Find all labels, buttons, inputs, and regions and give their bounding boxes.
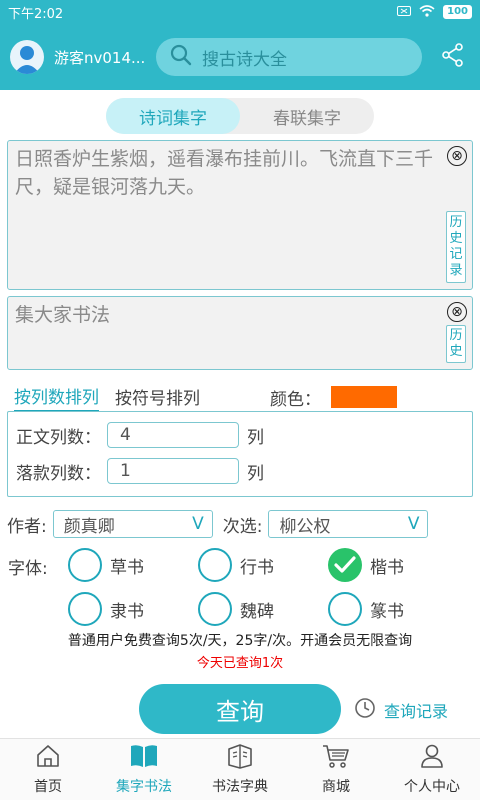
- clock-icon: [354, 697, 376, 723]
- tab-label: 首页: [34, 779, 62, 795]
- signature-columns-unit: 列: [247, 463, 264, 484]
- calligrapher-selectors: 作者: 颜真卿 V 次选: 柳公权 V: [7, 509, 468, 539]
- today-query-count: 今天已查询1次: [196, 656, 284, 671]
- search-icon: [170, 44, 192, 70]
- mode-tabs: 诗词集字 春联集字: [106, 98, 374, 134]
- author-select-value: 颜真卿: [63, 516, 115, 537]
- wifi-icon: [419, 4, 435, 20]
- signature-history-button[interactable]: 历史: [446, 325, 466, 363]
- font-option-label: 楷书: [370, 557, 404, 578]
- search-placeholder: 搜古诗大全: [202, 49, 287, 70]
- tab-poem-collection[interactable]: 诗词集字: [106, 98, 240, 134]
- body-columns-label: 正文列数：: [16, 427, 101, 448]
- body-columns-input[interactable]: 4: [107, 422, 239, 448]
- font-option-cursive[interactable]: 草书: [68, 548, 144, 582]
- tab-collect-calligraphy[interactable]: 集字书法: [96, 739, 192, 800]
- search-bar[interactable]: 搜古诗大全: [156, 38, 422, 76]
- app-header: 游客nv014... 搜古诗大全: [0, 24, 480, 90]
- radio-unchecked-icon: [68, 548, 102, 582]
- tab-home[interactable]: 首页: [0, 739, 96, 800]
- sort-by-column-tab[interactable]: 按列数排列: [14, 383, 99, 412]
- tab-label: 集字书法: [116, 779, 172, 795]
- secondary-label: 次选:: [222, 516, 263, 537]
- tab-label: 个人中心: [404, 779, 460, 795]
- secondary-select[interactable]: 柳公权 V: [268, 510, 429, 538]
- signature-columns-row: 落款列数： 1 列: [16, 458, 264, 484]
- share-icon: [442, 43, 464, 71]
- font-option-weibei[interactable]: 魏碑: [198, 592, 274, 626]
- query-history-link[interactable]: 查询记录: [354, 697, 448, 723]
- signature-text-input[interactable]: 集大家书法 ⊗ 历史: [7, 296, 473, 370]
- font-option-label: 魏碑: [240, 601, 274, 622]
- signature-columns-label: 落款列数：: [16, 463, 101, 484]
- column-settings: 正文列数： 4 列 落款列数： 1 列: [7, 411, 473, 497]
- checkmark-icon: [328, 548, 362, 582]
- font-option-label: 篆书: [370, 601, 404, 622]
- tab-store[interactable]: 商城: [288, 739, 384, 800]
- status-bar: 下午2:02 100: [0, 0, 480, 24]
- tab-personal-center[interactable]: 个人中心: [384, 739, 480, 800]
- font-option-regular[interactable]: 楷书: [328, 548, 404, 582]
- font-option-running[interactable]: 行书: [198, 548, 274, 582]
- user-name[interactable]: 游客nv014...: [54, 47, 146, 68]
- tab-calligraphy-dictionary[interactable]: 书法字典: [192, 739, 288, 800]
- signature-text[interactable]: 集大家书法: [15, 301, 434, 329]
- dictionary-icon: [225, 743, 255, 776]
- tab-couplet-collection[interactable]: 春联集字: [240, 98, 374, 134]
- poem-text-input[interactable]: 日照香炉生紫烟，遥看瀑布挂前川。飞流直下三千尺，疑是银河落九天。 ⊗ 历史记录: [7, 140, 473, 290]
- chevron-down-icon: V: [407, 514, 420, 534]
- body-columns-unit: 列: [247, 427, 264, 448]
- bottom-tab-bar: 首页 集字书法 书法字典 商城 个人中心: [0, 738, 480, 800]
- status-icons: 100: [397, 4, 472, 20]
- cart-icon: [321, 743, 351, 776]
- share-button[interactable]: [436, 40, 470, 74]
- person-icon: [419, 743, 445, 776]
- clear-poem-icon[interactable]: ⊗: [447, 146, 467, 166]
- author-select[interactable]: 颜真卿 V: [52, 510, 213, 538]
- sort-by-symbol-tab[interactable]: 按符号排列: [115, 384, 200, 411]
- tab-label: 书法字典: [212, 779, 268, 795]
- radio-unchecked-icon: [68, 592, 102, 626]
- book-icon: [129, 743, 159, 776]
- tab-label: 商城: [322, 779, 350, 795]
- query-history-label: 查询记录: [384, 702, 449, 721]
- font-option-label: 行书: [240, 557, 274, 578]
- radio-unchecked-icon: [198, 548, 232, 582]
- battery-icon: 100: [443, 5, 472, 19]
- font-option-label: 隶书: [110, 601, 144, 622]
- font-option-seal[interactable]: 篆书: [328, 592, 404, 626]
- color-swatch[interactable]: [331, 386, 397, 408]
- status-time: 下午2:02: [8, 6, 64, 22]
- sim-icon: [397, 5, 412, 19]
- usage-notice: 普通用户免费查询5次/天，25字/次。开通会员无限查询: [67, 633, 413, 649]
- font-option-clerical[interactable]: 隶书: [68, 592, 144, 626]
- avatar[interactable]: [10, 40, 44, 74]
- query-button[interactable]: 查询: [139, 684, 341, 734]
- body-columns-row: 正文列数： 4 列: [16, 422, 264, 448]
- chevron-down-icon: V: [192, 514, 204, 534]
- author-label: 作者:: [7, 516, 47, 537]
- secondary-select-value: 柳公权: [279, 516, 331, 537]
- sort-row: 按列数排列 按符号排列 颜色：: [14, 383, 466, 412]
- poem-text[interactable]: 日照香炉生紫烟，遥看瀑布挂前川。飞流直下三千尺，疑是银河落九天。: [15, 145, 434, 201]
- font-style-label: 字体:: [8, 559, 48, 579]
- font-option-label: 草书: [110, 557, 144, 578]
- radio-unchecked-icon: [328, 592, 362, 626]
- poem-history-button[interactable]: 历史记录: [446, 211, 466, 283]
- color-label: 颜色：: [270, 389, 321, 410]
- radio-unchecked-icon: [198, 592, 232, 626]
- home-icon: [35, 743, 61, 776]
- signature-columns-input[interactable]: 1: [107, 458, 239, 484]
- clear-signature-icon[interactable]: ⊗: [447, 302, 467, 322]
